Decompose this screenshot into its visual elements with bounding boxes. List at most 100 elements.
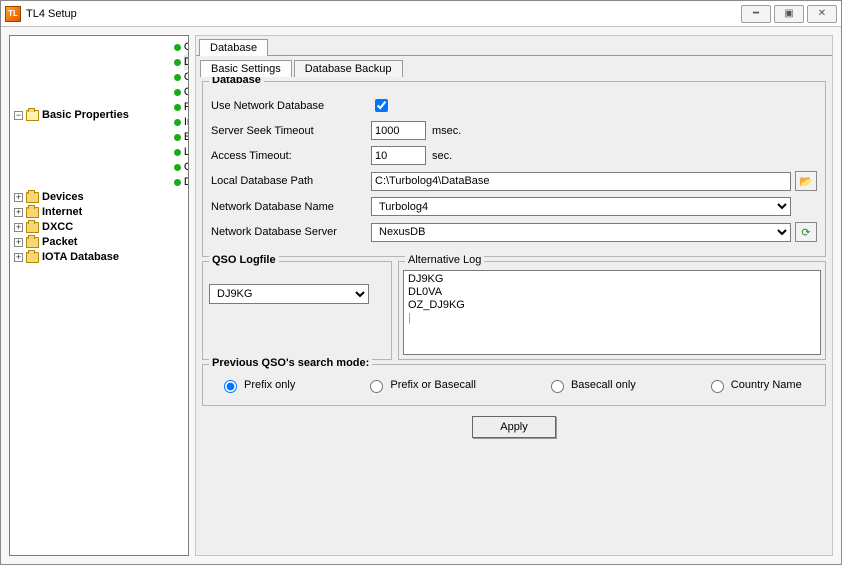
select-network-db-name[interactable]: Turbolog4 <box>371 197 791 216</box>
bullet-icon <box>174 89 181 96</box>
tree-item-label: E-Mail Settings <box>184 130 189 145</box>
radio-prefix-or-basecall[interactable]: Prefix or Basecall <box>365 377 476 393</box>
tree-item-label: QRZ Database <box>184 85 189 100</box>
folder-icon <box>26 252 39 263</box>
tree-folder-iota-database[interactable]: + IOTA Database <box>14 250 119 265</box>
group-qso-legend: QSO Logfile <box>209 254 279 266</box>
radio-input[interactable] <box>224 380 237 393</box>
refresh-icon: ⟳ <box>801 226 810 239</box>
label-local-db-path: Local Database Path <box>211 175 371 187</box>
tree-item-debug[interactable]: Debug <box>164 175 189 190</box>
tree-folder-label: Devices <box>42 190 84 205</box>
apply-button[interactable]: Apply <box>472 416 556 438</box>
radio-country-name[interactable]: Country Name <box>706 377 802 393</box>
bullet-icon <box>174 59 181 66</box>
bullet-icon <box>174 104 181 111</box>
tree-root-basic-properties[interactable]: − Basic Properties <box>14 108 129 123</box>
tree-item-general[interactable]: General <box>164 40 189 55</box>
label-network-db-server: Network Database Server <box>211 226 371 238</box>
expand-icon[interactable]: + <box>14 238 23 247</box>
expand-icon[interactable]: + <box>14 253 23 262</box>
sub-tab-row: Basic Settings Database Backup <box>198 58 830 77</box>
titlebar: TL TL4 Setup ━ ▣ ✕ <box>1 1 841 27</box>
tree-folder-label: Internet <box>42 205 82 220</box>
app-icon: TL <box>5 6 21 22</box>
tab-database[interactable]: Database <box>199 39 268 56</box>
list-item[interactable]: OZ_DJ9KG <box>408 299 816 312</box>
tree-item-call-book-cd[interactable]: Call Book CD <box>164 70 189 85</box>
listbox-alt-log[interactable]: DJ9KGDL0VAOZ_DJ9KG| <box>403 270 821 355</box>
tree-item-clublog-support[interactable]: ClubLog Support <box>164 160 189 175</box>
tree-folder-label: Packet <box>42 235 77 250</box>
window-controls: ━ ▣ ✕ <box>738 5 837 23</box>
label-use-network-db: Use Network Database <box>211 100 371 112</box>
bullet-icon <box>174 44 181 51</box>
expand-icon[interactable]: + <box>14 208 23 217</box>
tree-folder-packet[interactable]: + Packet <box>14 235 77 250</box>
checkbox-use-network-db[interactable] <box>375 99 388 112</box>
window-title: TL4 Setup <box>26 8 77 20</box>
folder-icon <box>26 237 39 248</box>
app-window: TL TL4 Setup ━ ▣ ✕ − Basic Properties <box>0 0 842 565</box>
label-seek-timeout: Server Seek Timeout <box>211 125 371 137</box>
list-item[interactable]: DL0VA <box>408 286 816 299</box>
tree-item-label: Personal Directories <box>184 100 189 115</box>
radio-prefix-only[interactable]: Prefix only <box>219 377 295 393</box>
refresh-server-button[interactable]: ⟳ <box>795 222 817 242</box>
main-panel: Database Basic Settings Database Backup … <box>195 35 833 556</box>
tree-item-e-mail-settings[interactable]: E-Mail Settings <box>164 130 189 145</box>
tree-item-label: ClubLog Support <box>184 160 189 175</box>
bullet-icon <box>174 179 181 186</box>
group-search-mode: Previous QSO's search mode: Prefix only … <box>202 364 826 406</box>
tree-folder-devices[interactable]: + Devices <box>14 190 84 205</box>
folder-icon <box>26 222 39 233</box>
browse-folder-button[interactable]: 📂 <box>795 171 817 191</box>
folder-icon <box>26 192 39 203</box>
radio-label: Basecall only <box>571 379 636 391</box>
tree-folder-internet[interactable]: + Internet <box>14 205 82 220</box>
group-search-legend: Previous QSO's search mode: <box>209 357 372 369</box>
bullet-icon <box>174 134 181 141</box>
maximize-button[interactable]: ▣ <box>774 5 804 23</box>
select-qso-logfile[interactable]: DJ9KG <box>209 284 369 304</box>
list-item[interactable]: DJ9KG <box>408 273 816 286</box>
tree-item-label: Call Book CD <box>184 70 189 85</box>
minimize-button[interactable]: ━ <box>741 5 771 23</box>
tree-item-label: LOTW Support <box>184 145 189 160</box>
group-database: Database Use Network Database Server See… <box>202 81 826 257</box>
tree-item-lotw-support[interactable]: LOTW Support <box>164 145 189 160</box>
group-alternative-log: Alternative Log DJ9KGDL0VAOZ_DJ9KG| <box>398 261 826 360</box>
tree-item-label: General <box>184 40 189 55</box>
group-qso-logfile: QSO Logfile DJ9KG <box>202 261 392 360</box>
folder-open-icon <box>26 110 39 121</box>
radio-basecall-only[interactable]: Basecall only <box>546 377 636 393</box>
radio-label: Prefix or Basecall <box>390 379 476 391</box>
input-seek-timeout[interactable] <box>371 121 426 140</box>
tree-folder-label: IOTA Database <box>42 250 119 265</box>
tree-item-label: Inputline <box>184 115 189 130</box>
select-network-db-server[interactable]: NexusDB <box>371 223 791 242</box>
tree-item-label: Debug <box>184 175 189 190</box>
nav-tree[interactable]: − Basic Properties GeneralDatabaseCall B… <box>9 35 189 556</box>
bullet-icon <box>174 149 181 156</box>
tree-item-qrz-database[interactable]: QRZ Database <box>164 85 189 100</box>
unit-msec: msec. <box>432 125 461 137</box>
tab-database-backup[interactable]: Database Backup <box>294 60 403 77</box>
radio-label: Country Name <box>731 379 802 391</box>
input-access-timeout[interactable] <box>371 146 426 165</box>
tree-item-inputline[interactable]: Inputline <box>164 115 189 130</box>
radio-input[interactable] <box>551 380 564 393</box>
tree-item-personal-directories[interactable]: Personal Directories <box>164 100 189 115</box>
tree-folder-dxcc[interactable]: +DXCC <box>14 220 73 235</box>
expand-icon[interactable]: + <box>14 223 23 232</box>
collapse-icon[interactable]: − <box>14 111 23 120</box>
unit-sec: sec. <box>432 150 452 162</box>
tab-basic-settings[interactable]: Basic Settings <box>200 60 292 77</box>
radio-input[interactable] <box>711 380 724 393</box>
radio-input[interactable] <box>370 380 383 393</box>
close-button[interactable]: ✕ <box>807 5 837 23</box>
tree-item-database[interactable]: Database <box>164 55 189 70</box>
input-local-db-path[interactable] <box>371 172 791 191</box>
bullet-icon <box>174 164 181 171</box>
expand-icon[interactable]: + <box>14 193 23 202</box>
